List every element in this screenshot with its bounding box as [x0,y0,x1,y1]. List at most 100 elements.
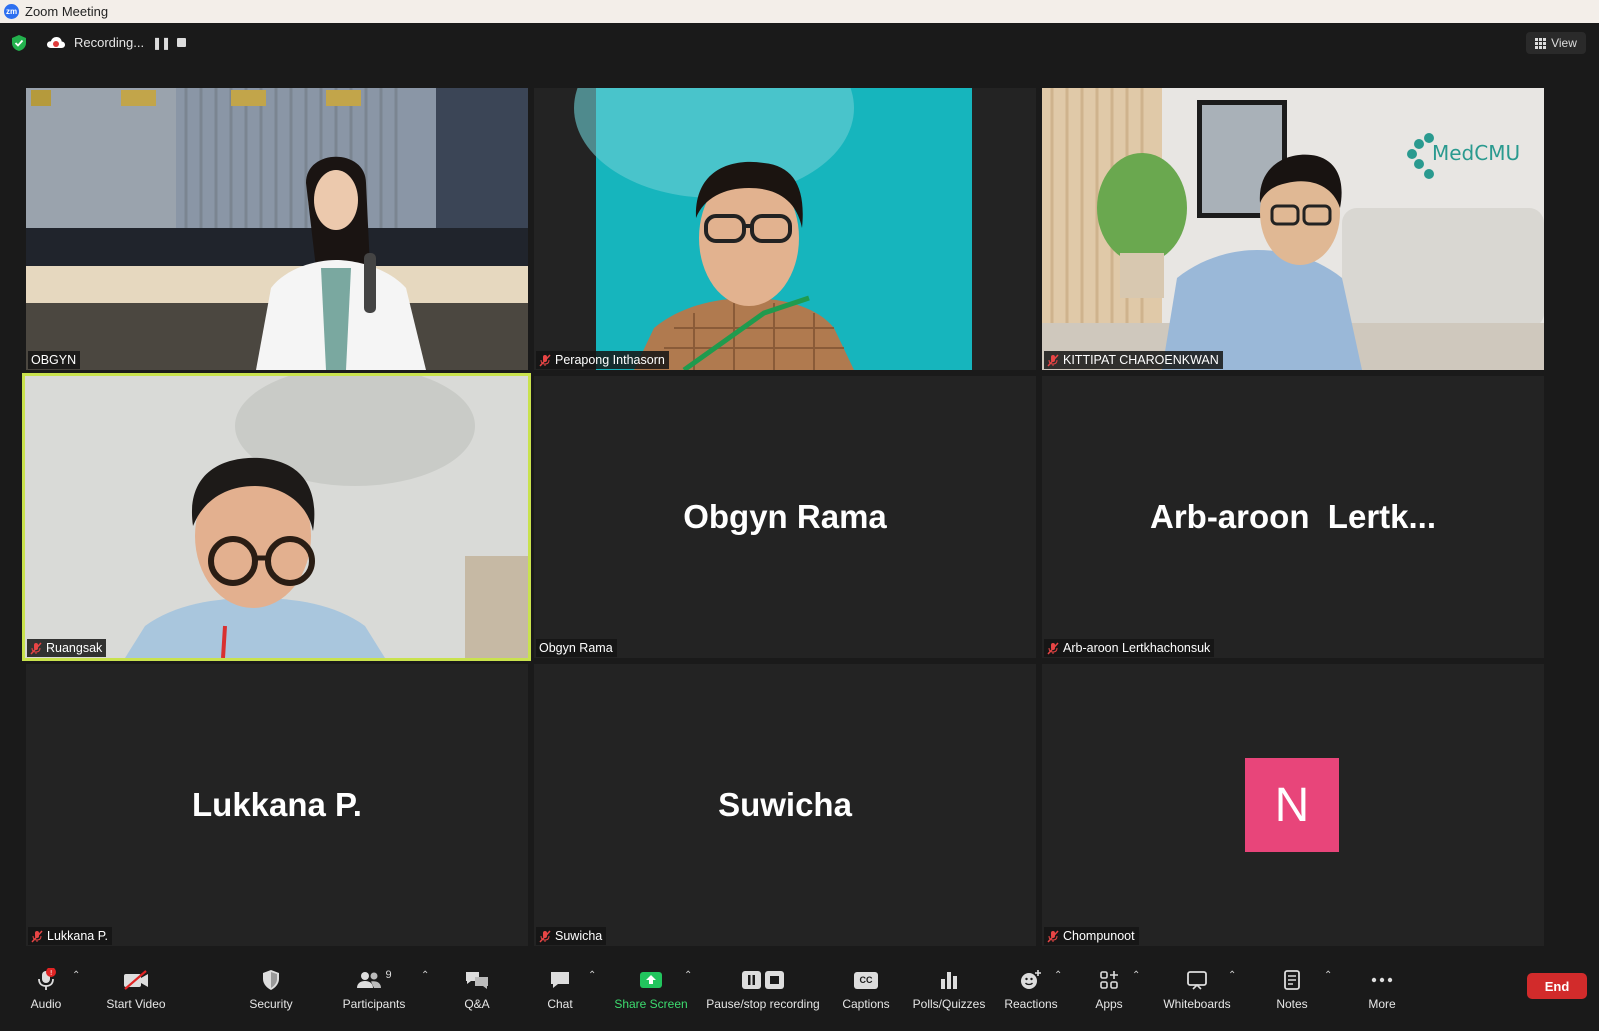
participant-name-label: Chompunoot [1044,927,1139,945]
chat-options-chevron-icon[interactable]: ⌃ [588,970,596,981]
share-screen-icon [640,972,662,988]
avatar-letter: N [1274,778,1310,832]
chat-label: Chat [547,997,573,1011]
video-tile-kittipat[interactable]: MedCMU KITTIPAT CHAROENKWAN [1042,88,1544,370]
pause-stop-recording-label: Pause/stop recording [706,997,820,1011]
video-tile-perapong[interactable]: Perapong Inthasorn [534,88,1036,370]
captions-label: Captions [842,997,890,1011]
reactions-options-chevron-icon[interactable]: ⌃ [1054,970,1062,981]
encryption-shield-icon[interactable] [11,34,27,52]
avatar: N [1245,758,1339,852]
notes-options-chevron-icon[interactable]: ⌃ [1324,970,1332,981]
participants-count: 9 [385,969,392,981]
participants-options-chevron-icon[interactable]: ⌃ [421,970,429,981]
polls-icon [941,972,957,989]
video-feed-obgyn [26,88,528,370]
video-feed-perapong [534,88,1036,370]
participant-name-label: KITTIPAT CHAROENKWAN [1044,351,1223,369]
whiteboard-icon [1187,971,1207,990]
video-tile-suwicha[interactable]: Suwicha Suwicha [534,664,1036,946]
microphone-icon: ! [38,968,56,990]
cloud-recording-icon [46,35,66,51]
medcmu-logo-text: MedCMU [1432,141,1520,165]
qa-icon [466,972,488,989]
window-titlebar: zm Zoom Meeting [0,0,1599,23]
video-tile-arb-aroon[interactable]: Arb-aroon Lertk... Arb-aroon Lertkhachon… [1042,376,1544,658]
apps-button[interactable]: Apps [1093,958,1125,1031]
chat-button[interactable]: Chat [543,958,577,1031]
chat-icon [551,972,569,988]
reactions-smiley-icon [1021,970,1041,989]
pause-stop-icon [742,971,784,989]
whiteboards-button[interactable]: Whiteboards [1161,958,1233,1031]
mic-muted-icon [31,929,43,943]
grid-icon [1535,37,1547,49]
video-feed-kittipat: MedCMU [1042,88,1544,370]
view-label: View [1551,36,1577,50]
meeting-topbar: Recording... ❚❚ View [0,23,1599,63]
security-label: Security [249,997,293,1011]
video-tile-obgyn[interactable]: OBGYN [26,88,528,370]
meeting-toolbar: ! Audio ⌃ Start Video Security 9 Partici… [0,958,1599,1031]
pause-recording-icon[interactable]: ❚❚ [152,36,171,50]
svg-text:!: ! [50,969,53,977]
captions-button[interactable]: CC Captions [840,958,892,1031]
participant-name-label: Ruangsak [27,639,107,657]
mic-muted-icon [1047,353,1059,367]
more-button[interactable]: More [1364,958,1400,1031]
more-label: More [1368,997,1396,1011]
participants-button[interactable]: 9 Participants [342,958,406,1031]
share-options-chevron-icon[interactable]: ⌃ [684,970,692,981]
end-meeting-button[interactable]: End [1527,973,1587,999]
participants-icon [357,972,382,988]
reactions-label: Reactions [1004,997,1058,1011]
participant-display-name: Obgyn Rama [683,498,887,535]
security-button[interactable]: Security [246,958,296,1031]
video-feed-ruangsak [25,376,528,658]
start-video-label: Start Video [106,997,166,1011]
whiteboards-label: Whiteboards [1163,997,1231,1011]
participant-name-label: OBGYN [28,351,81,369]
window-title: Zoom Meeting [25,4,109,19]
mic-muted-icon [1047,929,1059,943]
video-tile-obgyn-rama[interactable]: Obgyn Rama Obgyn Rama [534,376,1036,658]
video-tile-chompunoot[interactable]: N Chompunoot [1042,664,1544,946]
participant-display-name: Suwicha [718,786,852,823]
apps-icon [1100,971,1118,989]
whiteboards-options-chevron-icon[interactable]: ⌃ [1228,970,1236,981]
polls-quizzes-label: Polls/Quizzes [912,997,986,1011]
reactions-button[interactable]: Reactions [1003,958,1059,1031]
pause-stop-recording-button[interactable]: Pause/stop recording [706,958,820,1031]
captions-cc-icon: CC [854,971,878,989]
participant-name-label: Obgyn Rama [536,639,617,657]
qa-label: Q&A [464,997,490,1011]
participant-name-label: Perapong Inthasorn [536,351,669,369]
video-tile-ruangsak[interactable]: Ruangsak [22,373,531,661]
participant-name-label: Arb-aroon Lertkhachonsuk [1044,639,1215,657]
notes-icon [1284,970,1300,990]
zoom-logo-icon: zm [4,4,19,19]
polls-quizzes-button[interactable]: Polls/Quizzes [912,958,986,1031]
view-button[interactable]: View [1526,32,1586,54]
participant-display-name: Lukkana P. [192,786,362,823]
mic-muted-icon [1047,641,1059,655]
stop-recording-icon[interactable] [177,38,186,47]
apps-label: Apps [1095,997,1123,1011]
audio-label: Audio [30,997,62,1011]
shield-icon [263,970,279,990]
apps-options-chevron-icon[interactable]: ⌃ [1132,970,1140,981]
audio-button[interactable]: ! Audio [26,958,66,1031]
video-tile-lukkana[interactable]: Lukkana P. Lukkana P. [26,664,528,946]
start-video-button[interactable]: Start Video [102,958,170,1031]
mic-muted-icon [30,641,42,655]
participant-display-name: Arb-aroon Lertk... [1149,498,1437,535]
participants-label: Participants [342,997,406,1011]
qa-button[interactable]: Q&A [458,958,496,1031]
notes-label: Notes [1276,997,1308,1011]
more-dots-icon [1371,977,1393,983]
recording-status: Recording... [74,35,145,50]
participant-name-label: Lukkana P. [28,927,112,945]
audio-options-chevron-icon[interactable]: ⌃ [72,970,80,981]
notes-button[interactable]: Notes [1273,958,1311,1031]
share-screen-button[interactable]: Share Screen [614,958,688,1031]
